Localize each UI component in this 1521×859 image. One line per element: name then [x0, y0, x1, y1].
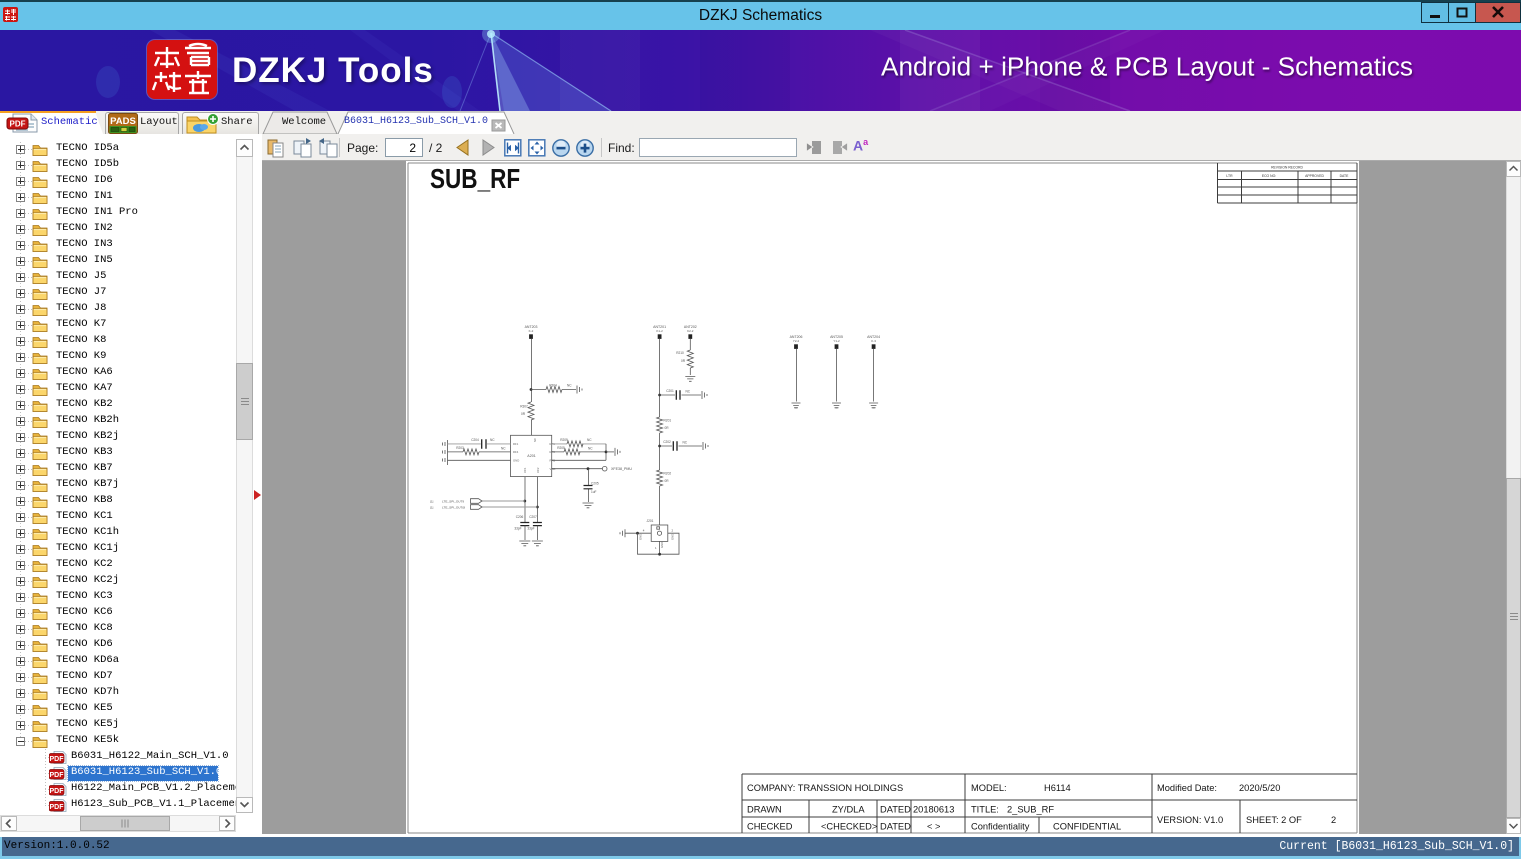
- svg-text:0R: 0R: [681, 359, 686, 363]
- svg-text:20180613: 20180613: [913, 805, 954, 815]
- svg-text:C202: C202: [663, 440, 671, 444]
- svg-text:2: 2: [672, 529, 674, 533]
- svg-text:LTE_SPI_OUT9: LTE_SPI_OUT9: [442, 499, 464, 503]
- svg-text:VC1: VC1: [523, 467, 527, 473]
- svg-text:R210: R210: [676, 351, 684, 355]
- svg-text:C201: C201: [666, 389, 674, 393]
- svg-text:2020/5/20: 2020/5/20: [1239, 783, 1280, 793]
- svg-text:1: 1: [655, 546, 657, 550]
- svg-text:PDF: PDF: [50, 771, 65, 778]
- svg-text:RF1: RF1: [513, 442, 519, 446]
- svg-text:LTR: LTR: [1226, 174, 1233, 178]
- svg-text:LTE_SPI_OUT(8: LTE_SPI_OUT(8: [442, 505, 465, 509]
- svg-text:R307: R307: [520, 405, 528, 409]
- svg-text:4: 4: [643, 529, 645, 533]
- svg-text:[1]: [1]: [430, 499, 434, 503]
- svg-text:ZY/DLA: ZY/DLA: [832, 805, 865, 815]
- svg-text:RF4: RF4: [513, 450, 519, 454]
- svg-text:ECO NO:: ECO NO:: [1262, 174, 1276, 178]
- svg-text:VC2: VC2: [536, 467, 540, 473]
- svg-text:GND: GND: [639, 534, 643, 540]
- svg-text:PDF: PDF: [50, 803, 65, 810]
- svg-text:XFE38_PMU: XFE38_PMU: [611, 467, 632, 471]
- svg-text:DATED: DATED: [880, 805, 911, 815]
- svg-text:0R: 0R: [665, 479, 670, 483]
- svg-text:C205: C205: [591, 481, 599, 485]
- svg-text:K2-2: K2-2: [687, 329, 694, 333]
- svg-text:Confidentiality: Confidentiality: [971, 822, 1030, 832]
- svg-text:33pF: 33pF: [527, 527, 534, 531]
- svg-text:R205: R205: [557, 446, 565, 450]
- svg-text:< >: < >: [927, 822, 940, 832]
- svg-text:R203: R203: [456, 446, 464, 450]
- svg-text:SUB_RF: SUB_RF: [430, 164, 520, 195]
- svg-text:PDF: PDF: [10, 120, 26, 129]
- svg-text:R202: R202: [664, 472, 672, 476]
- svg-text:Y1-2: Y1-2: [833, 339, 840, 343]
- svg-text:K-2: K-2: [529, 329, 534, 333]
- svg-text:DATED: DATED: [880, 822, 911, 832]
- svg-text:VERSION: V1.0: VERSION: V1.0: [1157, 815, 1223, 825]
- svg-text:R304: R304: [549, 383, 557, 387]
- svg-text:CONFIDENTIAL: CONFIDENTIAL: [1053, 822, 1121, 832]
- svg-text:K-3: K-3: [871, 339, 876, 343]
- svg-text:Modified Date:: Modified Date:: [1157, 783, 1217, 793]
- svg-text:J201: J201: [647, 519, 654, 523]
- svg-text:MODEL:: MODEL:: [971, 783, 1007, 793]
- svg-text:0R: 0R: [665, 426, 670, 430]
- svg-text:NC: NC: [587, 438, 592, 442]
- svg-text:NC: NC: [490, 438, 495, 442]
- svg-text:R201: R201: [664, 419, 672, 423]
- svg-text:TITLE:: TITLE:: [971, 805, 999, 815]
- svg-text:CHECKED: CHECKED: [747, 822, 793, 832]
- svg-text:PADS: PADS: [110, 116, 136, 127]
- svg-text:C206: C206: [516, 515, 524, 519]
- svg-text:NC: NC: [683, 440, 688, 444]
- svg-text:A201: A201: [527, 454, 535, 458]
- svg-text:NC: NC: [533, 438, 537, 442]
- svg-text:1uF: 1uF: [591, 490, 597, 494]
- svg-text:COMPANY: TRANSSION HOLDINGS: COMPANY: TRANSSION HOLDINGS: [747, 783, 903, 793]
- svg-text:C204: C204: [471, 438, 479, 442]
- svg-text:C207: C207: [529, 515, 537, 519]
- svg-text:GND: GND: [513, 459, 519, 463]
- svg-text:<CHECKED>: <CHECKED>: [821, 822, 877, 832]
- svg-text:2_SUB_RF: 2_SUB_RF: [1007, 805, 1054, 815]
- svg-text:NC: NC: [501, 447, 506, 451]
- svg-text:APPROVED: APPROVED: [1305, 174, 1324, 178]
- svg-text:DATE: DATE: [1340, 174, 1350, 178]
- svg-text:0R: 0R: [521, 412, 526, 416]
- svg-text:NC: NC: [588, 447, 593, 451]
- svg-text:NC: NC: [567, 383, 572, 387]
- svg-text:SHEET: 2 OF: SHEET: 2 OF: [1246, 815, 1302, 825]
- svg-text:R209: R209: [560, 438, 568, 442]
- svg-text:GND: GND: [671, 534, 675, 540]
- svg-text:DRAWN: DRAWN: [747, 805, 782, 815]
- svg-text:K1-2: K1-2: [656, 329, 663, 333]
- svg-text:PDF: PDF: [50, 787, 65, 794]
- svg-text:Y2-2: Y2-2: [793, 339, 800, 343]
- svg-text:GND: GND: [660, 542, 664, 548]
- svg-text:NC: NC: [686, 389, 691, 393]
- svg-text:2: 2: [1331, 815, 1336, 825]
- svg-text:REVISION RECORD: REVISION RECORD: [1271, 166, 1303, 170]
- svg-text:PDF: PDF: [50, 755, 65, 762]
- svg-text:[1]: [1]: [430, 505, 434, 509]
- svg-text:H6114: H6114: [1044, 783, 1071, 793]
- svg-text:33pF: 33pF: [514, 527, 521, 531]
